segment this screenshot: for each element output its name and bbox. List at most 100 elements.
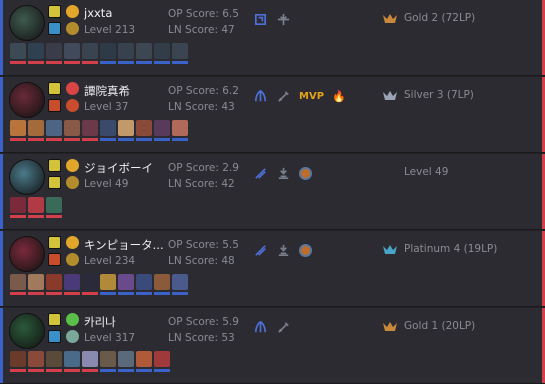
item-slot[interactable] xyxy=(100,43,116,64)
leaf-icon xyxy=(253,89,268,104)
badge-list xyxy=(253,12,291,27)
player-row[interactable]: 譚院真希 Level 37 OP Score: 6.2 LN Score: 43 MVP… xyxy=(0,77,545,153)
champion-portrait[interactable] xyxy=(9,82,45,118)
player-row[interactable]: 카리나 Level 317 OP Score: 5.9 LN Score: 53 Gol… xyxy=(0,308,545,384)
item-slot[interactable] xyxy=(154,120,170,141)
item-icon xyxy=(100,351,116,367)
item-slot[interactable] xyxy=(10,197,26,218)
blue-team-indicator xyxy=(0,231,3,306)
item-slot[interactable] xyxy=(118,351,134,372)
item-icon xyxy=(118,351,134,367)
item-slot[interactable] xyxy=(118,274,134,295)
item-icon xyxy=(136,274,152,290)
item-icon xyxy=(100,120,116,136)
item-slot[interactable] xyxy=(100,274,116,295)
item-slot[interactable] xyxy=(136,120,152,141)
summoner-spell-1-icon xyxy=(48,236,61,249)
badge-list xyxy=(253,243,312,258)
champion-portrait[interactable] xyxy=(9,313,45,349)
item-slot[interactable] xyxy=(172,274,188,295)
team-bar xyxy=(64,61,80,64)
item-icon xyxy=(118,43,134,59)
rank-info: Silver 3 (7LP) xyxy=(382,89,474,101)
team-bar xyxy=(100,138,116,141)
item-icon xyxy=(172,43,188,59)
item-icon xyxy=(28,197,44,213)
champion-portrait[interactable] xyxy=(9,236,45,272)
ln-score: LN Score: 43 xyxy=(168,101,235,113)
player-name[interactable]: 카리나 xyxy=(84,314,116,330)
item-slot[interactable] xyxy=(154,43,170,64)
team-bar xyxy=(82,369,98,372)
item-slot[interactable] xyxy=(64,43,80,64)
team-bar xyxy=(172,138,188,141)
item-icon xyxy=(46,351,62,367)
secondary-rune-icon xyxy=(66,176,79,189)
team-bar xyxy=(154,138,170,141)
item-icon xyxy=(10,274,26,290)
item-slot[interactable] xyxy=(82,120,98,141)
item-slot[interactable] xyxy=(28,197,44,218)
item-slot[interactable] xyxy=(64,274,80,295)
item-slot[interactable] xyxy=(172,120,188,141)
item-slot[interactable] xyxy=(136,351,152,372)
item-slot[interactable] xyxy=(154,274,170,295)
item-slot[interactable] xyxy=(28,351,44,372)
summoner-spell-2-icon xyxy=(48,176,61,189)
item-slot[interactable] xyxy=(82,351,98,372)
player-name[interactable]: ジョイボーイ xyxy=(84,160,153,176)
team-bar xyxy=(10,292,26,295)
rank-text: Level 49 xyxy=(404,166,449,178)
team-bar xyxy=(118,369,134,372)
item-icon xyxy=(100,43,116,59)
item-slot[interactable] xyxy=(28,43,44,64)
champion-portrait[interactable] xyxy=(9,159,45,195)
item-slot[interactable] xyxy=(46,197,62,218)
item-slot[interactable] xyxy=(136,274,152,295)
item-icon xyxy=(46,120,62,136)
item-slot[interactable] xyxy=(46,120,62,141)
player-row[interactable]: jxxta Level 213 OP Score: 6.5 LN Score: 47 G… xyxy=(0,0,545,76)
item-slot[interactable] xyxy=(136,43,152,64)
item-slot[interactable] xyxy=(46,43,62,64)
item-slot[interactable] xyxy=(118,43,134,64)
item-icon xyxy=(46,274,62,290)
item-slot[interactable] xyxy=(100,351,116,372)
item-icon xyxy=(136,43,152,59)
item-slot[interactable] xyxy=(10,351,26,372)
item-icon xyxy=(82,351,98,367)
item-slot[interactable] xyxy=(82,43,98,64)
player-level: Level 213 xyxy=(84,24,136,36)
rank-info: Level 49 xyxy=(404,166,448,178)
item-slot[interactable] xyxy=(64,351,80,372)
team-bar xyxy=(136,138,152,141)
item-slot[interactable] xyxy=(46,274,62,295)
item-slot[interactable] xyxy=(10,43,26,64)
player-name[interactable]: 譚院真希 xyxy=(84,83,130,99)
crosshair-icon xyxy=(276,12,291,27)
item-slot[interactable] xyxy=(28,120,44,141)
ln-score: LN Score: 48 xyxy=(168,255,235,267)
team-bar xyxy=(28,215,44,218)
champion-portrait[interactable] xyxy=(9,5,45,41)
player-name[interactable]: jxxta xyxy=(84,6,112,20)
primary-rune-icon xyxy=(66,313,79,326)
item-slot[interactable] xyxy=(100,120,116,141)
player-level: Level 317 xyxy=(84,332,136,344)
item-slot[interactable] xyxy=(64,120,80,141)
player-row[interactable]: キンピョータ... Level 234 OP Score: 5.5 LN Score:… xyxy=(0,231,545,307)
item-slot[interactable] xyxy=(172,43,188,64)
item-slot[interactable] xyxy=(82,274,98,295)
team-bar xyxy=(64,369,80,372)
item-slot[interactable] xyxy=(154,351,170,372)
item-icon xyxy=(64,274,80,290)
item-slot[interactable] xyxy=(118,120,134,141)
team-bar xyxy=(28,138,44,141)
player-name[interactable]: キンピョータ... xyxy=(84,237,164,253)
item-slot[interactable] xyxy=(10,274,26,295)
item-slot[interactable] xyxy=(46,351,62,372)
team-bar xyxy=(28,292,44,295)
item-slot[interactable] xyxy=(10,120,26,141)
player-row[interactable]: ジョイボーイ Level 49 OP Score: 2.9 LN Score: 42 L… xyxy=(0,154,545,230)
item-slot[interactable] xyxy=(28,274,44,295)
